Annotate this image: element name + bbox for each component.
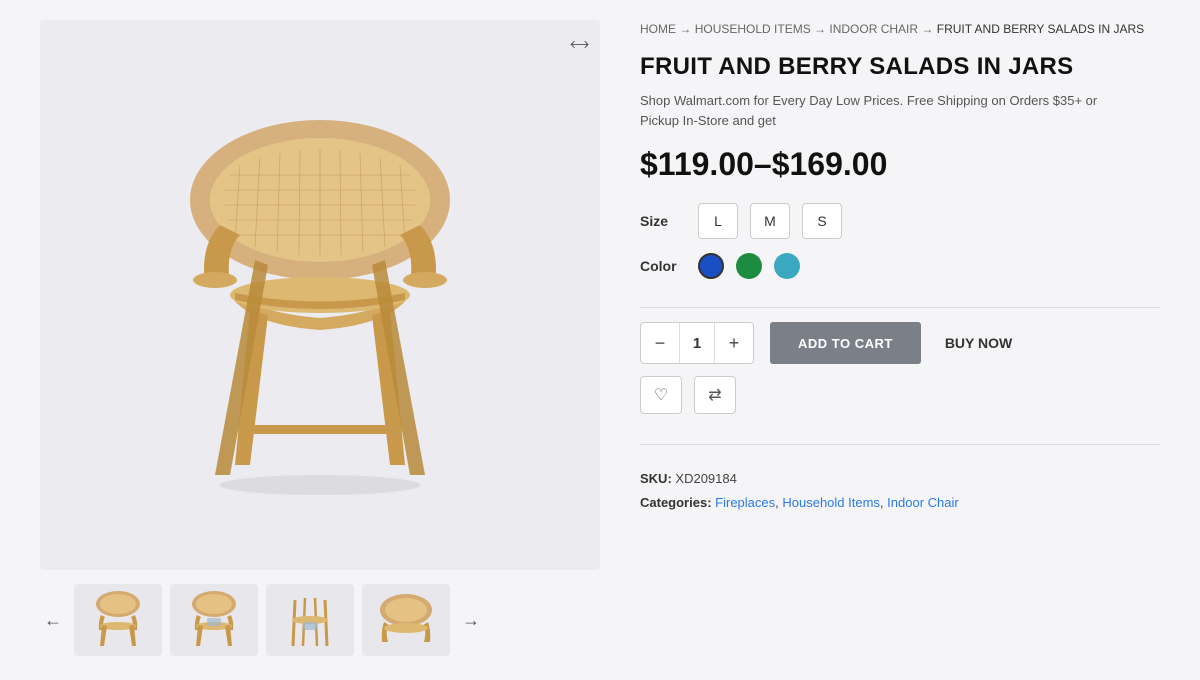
- thumbnail-3[interactable]: [266, 584, 354, 656]
- color-dot-green[interactable]: [736, 253, 762, 279]
- action-icons-row: ♡ ⇄: [640, 376, 1160, 414]
- breadcrumb-arrow-3: →: [921, 22, 933, 36]
- product-title: FRUIT AND BERRY SALADS IN JARS: [640, 53, 1160, 81]
- category-link-fireplaces[interactable]: Fireplaces: [715, 495, 775, 510]
- size-btn-s[interactable]: S: [802, 203, 842, 239]
- compare-button[interactable]: ⇄: [694, 376, 736, 414]
- breadcrumb-current: FRUIT AND BERRY SALADS IN JARS: [937, 22, 1144, 36]
- thumbnails-row: ←: [40, 580, 600, 660]
- qty-decrease-button[interactable]: −: [641, 323, 679, 363]
- size-label: Size: [640, 213, 686, 229]
- thumbnail-4[interactable]: [362, 584, 450, 656]
- color-label: Color: [640, 258, 686, 274]
- meta-section: SKU: XD209184 Categories: Fireplaces, Ho…: [640, 467, 1160, 514]
- color-dot-teal[interactable]: [774, 253, 800, 279]
- main-content: ⤢: [0, 0, 1200, 680]
- size-btn-l[interactable]: L: [698, 203, 738, 239]
- qty-increase-button[interactable]: +: [715, 323, 753, 363]
- categories-label: Categories:: [640, 495, 712, 510]
- categories-row: Categories: Fireplaces, Household Items,…: [640, 491, 1160, 514]
- breadcrumb-cat2[interactable]: INDOOR CHAIR: [829, 22, 918, 36]
- size-btn-m[interactable]: M: [750, 203, 790, 239]
- thumb-prev-button[interactable]: ←: [40, 606, 66, 635]
- divider-2: [640, 444, 1160, 445]
- product-image: [120, 85, 520, 505]
- breadcrumb-home[interactable]: HOME: [640, 22, 676, 36]
- size-option-row: Size L M S: [640, 203, 1160, 239]
- breadcrumb-cat1[interactable]: HOUSEHOLD ITEMS: [695, 22, 811, 36]
- buy-now-button[interactable]: BUY NOW: [937, 335, 1020, 351]
- category-link-household[interactable]: Household Items: [782, 495, 880, 510]
- thumb-next-button[interactable]: →: [458, 606, 484, 635]
- color-dot-blue[interactable]: [698, 253, 724, 279]
- product-description: Shop Walmart.com for Every Day Low Price…: [640, 91, 1120, 130]
- price-range: $119.00–$169.00: [640, 146, 1160, 183]
- divider-1: [640, 307, 1160, 308]
- sku-value: XD209184: [675, 471, 736, 486]
- sku-label: SKU:: [640, 471, 672, 486]
- quantity-control: − 1 +: [640, 322, 754, 364]
- color-option-row: Color: [640, 253, 1160, 279]
- breadcrumb: HOME → HOUSEHOLD ITEMS → INDOOR CHAIR → …: [640, 20, 1160, 39]
- main-image-container: ⤢: [40, 20, 600, 570]
- wishlist-button[interactable]: ♡: [640, 376, 682, 414]
- thumbnail-2[interactable]: [170, 584, 258, 656]
- quantity-value: 1: [679, 323, 715, 363]
- breadcrumb-arrow-2: →: [814, 22, 826, 36]
- thumbnail-1[interactable]: [74, 584, 162, 656]
- breadcrumb-arrow-1: →: [679, 22, 691, 36]
- image-section: ⤢: [40, 20, 600, 660]
- qty-cart-row: − 1 + ADD TO CART BUY NOW: [640, 322, 1160, 364]
- expand-icon[interactable]: ⤢: [566, 32, 591, 57]
- sku-row: SKU: XD209184: [640, 467, 1160, 490]
- product-section: HOME → HOUSEHOLD ITEMS → INDOOR CHAIR → …: [640, 20, 1160, 660]
- add-to-cart-button[interactable]: ADD TO CART: [770, 322, 921, 364]
- category-link-indoor[interactable]: Indoor Chair: [887, 495, 959, 510]
- page-wrapper: ⤢: [0, 0, 1200, 680]
